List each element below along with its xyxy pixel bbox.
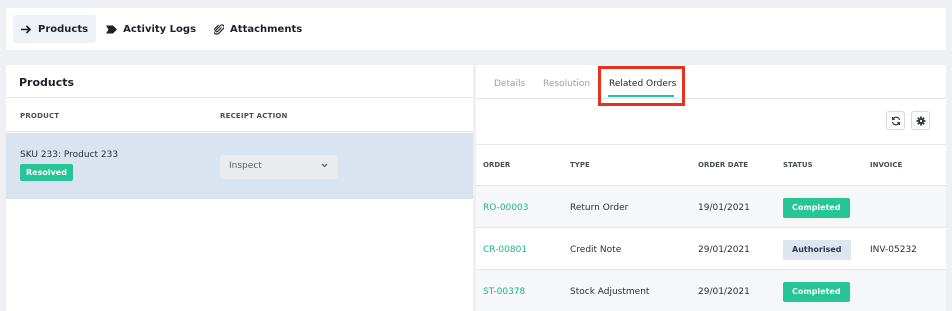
status-badge: Completed — [783, 198, 850, 218]
column-invoice: INVOICE — [870, 161, 903, 169]
tab-resolution[interactable]: Resolution — [543, 79, 590, 89]
order-date: 19/01/2021 — [698, 203, 750, 213]
table-row: ST-00378 Stock Adjustment 29/01/2021 Com… — [476, 270, 946, 311]
column-product: PRODUCT — [20, 112, 60, 120]
order-type: Credit Note — [570, 245, 622, 255]
order-date: 29/01/2021 — [698, 245, 750, 255]
order-type: Return Order — [570, 203, 629, 213]
highlight-box — [598, 66, 685, 106]
column-type: TYPE — [570, 161, 590, 169]
orders-table-header: ORDER TYPE ORDER DATE STATUS INVOICE — [476, 144, 946, 186]
status-badge: Completed — [783, 282, 850, 302]
status-badge: Authorised — [783, 240, 851, 260]
tag-icon — [106, 25, 118, 33]
tab-products-label: Products — [38, 23, 89, 35]
products-panel-title: Products — [6, 65, 473, 98]
order-link[interactable]: CR-00801 — [483, 245, 527, 255]
paperclip-icon — [214, 23, 225, 35]
products-table-header: PRODUCT RECEIPT ACTION — [6, 98, 473, 132]
order-type: Stock Adjustment — [570, 287, 650, 297]
table-row: RO-00003 Return Order 19/01/2021 Complet… — [476, 186, 946, 228]
tab-attachments[interactable]: Attachments — [206, 15, 310, 43]
column-order-date: ORDER DATE — [698, 161, 749, 169]
product-name: SKU 233: Product 233 — [20, 150, 119, 160]
arrow-right-icon — [21, 24, 32, 34]
column-receipt-action: RECEIPT ACTION — [220, 112, 288, 120]
tab-details[interactable]: Details — [494, 79, 525, 89]
products-panel: Products PRODUCT RECEIPT ACTION SKU 233:… — [6, 65, 473, 311]
column-status: STATUS — [783, 161, 813, 169]
receipt-action-select[interactable]: Inspect — [220, 155, 338, 179]
refresh-button[interactable] — [886, 111, 905, 130]
receipt-action-value: Inspect — [229, 161, 262, 171]
tab-activity-logs[interactable]: Activity Logs — [98, 15, 204, 43]
product-row[interactable]: SKU 233: Product 233 Resolved Inspect — [6, 133, 473, 199]
tab-activity-logs-label: Activity Logs — [123, 23, 197, 35]
order-link[interactable]: RO-00003 — [483, 203, 528, 213]
refresh-icon — [891, 116, 900, 125]
status-badge-resolved: Resolved — [20, 164, 73, 181]
tab-products[interactable]: Products — [13, 15, 97, 43]
settings-button[interactable] — [911, 111, 930, 130]
invoice-number: INV-05232 — [870, 245, 917, 255]
tab-attachments-label: Attachments — [230, 23, 303, 35]
detail-panel: Details Resolution Related Orders ORDER … — [476, 65, 946, 311]
order-date: 29/01/2021 — [698, 287, 750, 297]
chevron-down-icon — [321, 163, 328, 168]
column-order: ORDER — [483, 161, 511, 169]
table-row: CR-00801 Credit Note 29/01/2021 Authoris… — [476, 228, 946, 270]
gear-icon — [916, 116, 925, 125]
record-tab-bar: Products Activity Logs Attachments — [6, 8, 946, 50]
order-link[interactable]: ST-00378 — [483, 287, 525, 297]
detail-tab-bar: Details Resolution Related Orders — [476, 65, 946, 99]
